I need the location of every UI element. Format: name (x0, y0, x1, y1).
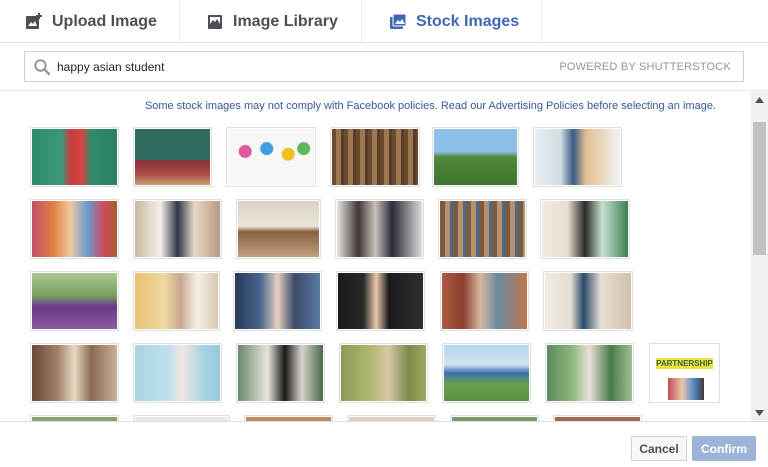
upload-image-icon (25, 12, 43, 31)
stock-image-thumbnail[interactable] (226, 127, 316, 187)
dialog-footer: Cancel Confirm (0, 421, 768, 467)
tab-label: Stock Images (416, 12, 520, 30)
stock-image-thumbnail[interactable] (335, 199, 424, 259)
results-area: Some stock images may not comply with Fa… (0, 91, 768, 421)
powered-by-shutterstock: POWERED BY SHUTTERSTOCK (559, 60, 731, 73)
stock-image-thumbnail[interactable] (543, 271, 633, 331)
search-icon (27, 52, 57, 82)
stock-image-thumbnail[interactable] (540, 199, 630, 259)
stock-image-thumbnail[interactable] (330, 127, 420, 187)
stock-image-thumbnail[interactable] (236, 343, 325, 403)
policy-notice[interactable]: Some stock images may not comply with Fa… (0, 100, 716, 112)
stock-image-thumbnail[interactable] (438, 199, 527, 259)
stock-image-thumbnail[interactable] (233, 271, 322, 331)
stock-image-thumbnail[interactable] (236, 199, 321, 259)
stock-image-thumbnail[interactable] (133, 271, 220, 331)
tab-label: Image Library (233, 12, 338, 30)
stock-image-thumbnail[interactable] (133, 343, 222, 403)
stock-image-thumbnail[interactable] (339, 343, 428, 403)
scrollbar-thumb[interactable] (753, 122, 766, 255)
stock-image-thumbnail[interactable] (30, 199, 119, 259)
tab-bar: Upload Image Image Library Stock Images (0, 0, 768, 43)
tab-upload-image[interactable]: Upload Image (0, 0, 180, 43)
stock-image-thumbnail[interactable] (336, 271, 425, 331)
stock-image-thumbnail[interactable]: PARTNERSHIP (649, 343, 720, 403)
stock-images-icon (389, 13, 407, 31)
tab-image-library[interactable]: Image Library (180, 0, 362, 43)
tab-stock-images[interactable]: Stock Images (362, 0, 542, 43)
search-box: POWERED BY SHUTTERSTOCK (24, 51, 744, 82)
cancel-button[interactable]: Cancel (631, 436, 687, 461)
stock-image-thumbnail[interactable] (533, 127, 622, 187)
stock-image-thumbnail[interactable] (440, 271, 529, 331)
results-scrollbar[interactable] (751, 91, 768, 421)
scroll-down-arrow-icon[interactable] (751, 404, 768, 421)
stock-image-thumbnail[interactable] (133, 127, 212, 187)
stock-image-thumbnail[interactable] (30, 127, 119, 187)
stock-image-thumbnail[interactable] (545, 343, 634, 403)
stock-image-thumbnail[interactable] (432, 127, 519, 187)
stock-image-thumbnail[interactable] (30, 343, 119, 403)
scroll-up-arrow-icon[interactable] (751, 91, 768, 108)
stock-image-thumbnail[interactable] (133, 199, 222, 259)
tab-label: Upload Image (52, 12, 157, 30)
stock-image-thumbnail[interactable] (442, 343, 531, 403)
search-input[interactable] (57, 52, 560, 81)
stock-image-thumbnail[interactable] (30, 271, 119, 331)
confirm-button[interactable]: Confirm (692, 436, 756, 461)
image-library-icon (206, 13, 224, 31)
partnership-banner-text: PARTNERSHIP (656, 358, 713, 369)
